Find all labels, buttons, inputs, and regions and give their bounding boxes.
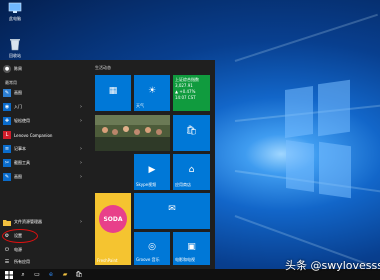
app-label: 画图	[14, 174, 22, 179]
all-apps-item[interactable]: ☰ 所有应用	[3, 256, 88, 268]
money-change: ▲ +0.47%	[175, 89, 196, 94]
tile-store-app[interactable]: ⌂ 应用商店	[173, 154, 210, 190]
app-item-snipping-tool[interactable]: ✂ 截图工具 ›	[3, 157, 88, 169]
money-value: 3,027.91	[175, 83, 193, 88]
app-label: 记事本	[14, 146, 26, 151]
app-item-paint[interactable]: ✎ 画图	[3, 87, 88, 99]
power-icon: ⏻	[5, 247, 9, 253]
power-item[interactable]: ⏻ 电源	[3, 244, 88, 256]
most-used-header: 最常用	[5, 80, 17, 85]
folder-icon	[3, 218, 11, 226]
user-account[interactable]: ● 陈周	[3, 63, 88, 75]
tile-label: 电影和电视	[175, 257, 195, 262]
windows-logo-icon[interactable]	[2, 270, 16, 279]
paint-icon: ✎	[3, 173, 11, 181]
chevron-right-icon[interactable]: ›	[80, 104, 82, 110]
user-name: 陈周	[14, 66, 22, 71]
tile-area: 生活动态 ▦ ☀ 天气 上证综合指数 3,027.91 ▲ +0.47% 14:…	[95, 60, 215, 269]
app-item-get-started[interactable]: ◉ 入门 ›	[3, 101, 88, 113]
notepad-icon: ≡	[3, 145, 11, 153]
tile-money[interactable]: 上证综合指数 3,027.91 ▲ +0.47% 14:07 CST	[173, 75, 210, 111]
desktop-icon-label: 回收站	[9, 53, 21, 58]
mail-icon: ✉	[168, 203, 176, 214]
search-icon[interactable]: ⌕	[16, 270, 30, 279]
tile-groove[interactable]: ◎ Groove 音乐	[134, 232, 170, 265]
video-camera-icon: ▶	[148, 164, 156, 175]
store-icon: 🛍	[185, 125, 198, 136]
recycle-bin-icon	[0, 37, 30, 53]
all-apps-label: 所有应用	[14, 259, 30, 264]
desktop-icon-label: 此电脑	[9, 16, 21, 21]
app-label: 入门	[14, 104, 22, 109]
tile-label: Groove 音乐	[136, 257, 160, 262]
app-label: Lenovo Companion	[14, 132, 53, 138]
calendar-icon: ▦	[108, 85, 118, 96]
store-icon[interactable]: 🛍	[72, 270, 86, 279]
app-label: 轻松使用	[14, 118, 30, 123]
app-label: 画图	[14, 90, 22, 95]
tile-news-photo[interactable]	[95, 115, 170, 151]
app-item-paint-2[interactable]: ✎ 画图 ›	[3, 171, 88, 183]
task-view-icon[interactable]: ▭	[30, 270, 44, 279]
chevron-right-icon[interactable]: ›	[80, 118, 82, 124]
apps-list-icon: ☰	[4, 259, 10, 265]
file-explorer-label: 文件资源管理器	[14, 219, 42, 224]
edge-icon[interactable]: e	[44, 270, 58, 279]
shopping-bag-icon: ⌂	[188, 164, 195, 175]
chevron-right-icon[interactable]: ›	[80, 219, 82, 225]
accessibility-icon: ✚	[3, 117, 11, 125]
tile-mail[interactable]: ✉	[134, 193, 210, 229]
avatar: ●	[3, 65, 11, 73]
tile-group-title: 生活动态	[95, 65, 111, 70]
chevron-right-icon[interactable]: ›	[80, 174, 82, 180]
chevron-right-icon[interactable]: ›	[80, 160, 82, 166]
tile-label: FreshPaint	[97, 258, 118, 263]
tile-movies[interactable]: ▣ 电影和电视	[173, 232, 210, 265]
film-icon: ▣	[187, 241, 196, 252]
desktop-icon-recycle-bin[interactable]: 回收站	[0, 37, 30, 59]
desktop-icon-computer[interactable]: 此电脑	[0, 2, 30, 22]
tile-skype[interactable]: ▶ Skype视频	[134, 154, 170, 190]
watermark: 头条 @swylovesss	[285, 259, 380, 272]
app-label: 截图工具	[14, 160, 30, 165]
highlight-annotation	[2, 229, 38, 243]
candy-text: SODA	[99, 205, 127, 233]
power-label: 电源	[14, 247, 22, 252]
app-item-lenovo-companion[interactable]: L Lenovo Companion	[3, 129, 88, 141]
paint-icon: ✎	[3, 89, 11, 97]
tile-label: 应用商店	[175, 182, 191, 187]
get-started-icon: ◉	[3, 103, 11, 111]
tile-label: Skype视频	[136, 182, 157, 187]
sun-icon: ☀	[147, 85, 157, 96]
groove-icon: ◎	[148, 241, 156, 252]
computer-icon	[0, 2, 30, 16]
news-photo	[95, 115, 170, 151]
tile-calendar[interactable]: ▦	[95, 75, 131, 111]
explorer-icon[interactable]: ▰	[58, 270, 72, 279]
file-explorer-item[interactable]: 文件资源管理器 ›	[3, 216, 88, 228]
chevron-right-icon[interactable]: ›	[80, 146, 82, 152]
snipping-icon: ✂	[3, 159, 11, 167]
lenovo-icon: L	[3, 131, 11, 139]
tile-weather[interactable]: ☀ 天气	[134, 75, 170, 111]
money-time: 14:07 CST	[175, 95, 196, 100]
app-item-notepad[interactable]: ≡ 记事本 ›	[3, 143, 88, 155]
tile-candy[interactable]: SODA FreshPaint	[95, 193, 131, 265]
tile-label: 天气	[136, 103, 144, 108]
app-item-accessibility[interactable]: ✚ 轻松使用 ›	[3, 115, 88, 127]
tile-store[interactable]: 🛍	[173, 115, 210, 151]
